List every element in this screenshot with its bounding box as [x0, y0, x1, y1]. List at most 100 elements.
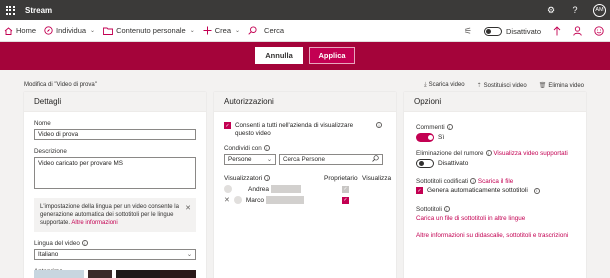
close-icon[interactable]: ✕ [185, 205, 191, 213]
comments-toggle[interactable]: Sì [416, 133, 574, 142]
thumbnail-1[interactable] [34, 270, 84, 278]
details-heading: Dettagli [24, 92, 206, 112]
chevron-down-icon: ⌄ [235, 28, 241, 34]
delete-video-button[interactable]: 🗑 Elimina video [539, 82, 584, 89]
info-icon[interactable]: i [446, 124, 453, 131]
supported-videos-link[interactable]: Visualizza video supportati [493, 150, 567, 157]
nav-home-label: Home [16, 26, 37, 35]
settings-icon[interactable]: ⚙ [545, 4, 557, 16]
page-title: Modifica di "Video di prova" [24, 82, 97, 88]
title-field[interactable]: Video di prova [34, 129, 196, 140]
app-title[interactable]: Stream [25, 6, 52, 15]
share-type-select[interactable]: Persone ⌄ [224, 154, 276, 165]
language-label: Lingua del video i [34, 240, 196, 247]
description-label: Descrizione [34, 148, 67, 155]
people-search-input[interactable]: Cerca Persone [279, 154, 383, 165]
info-icon[interactable]: i [470, 178, 477, 185]
person-icon[interactable] [573, 26, 582, 36]
cancel-button[interactable]: Annulla [255, 47, 303, 64]
title-label: Nome [34, 120, 51, 127]
details-panel: Dettagli Nome Video di prova Descrizione… [24, 92, 206, 278]
info-icon[interactable]: i [533, 187, 540, 194]
allow-company-label: Consenti a tutti nell'azienda di visuali… [235, 122, 354, 137]
info-icon[interactable]: i [485, 150, 492, 157]
user-avatar-icon [233, 196, 242, 204]
avatar[interactable]: AM [593, 3, 606, 17]
language-select[interactable]: Italiano ⌄ [34, 249, 196, 260]
nav-bar: Home Individua ⌄ Contenuto personale ⌄ C… [0, 20, 610, 42]
apply-button[interactable]: Applica [309, 47, 355, 64]
replace-video-button[interactable]: ⇡ Sostituisci video [477, 82, 527, 89]
info-icon[interactable]: i [443, 206, 450, 213]
filter-icon[interactable]: ⚟ [464, 26, 472, 37]
language-info-box: L'impostazione della lingua per un video… [34, 198, 196, 232]
owner-checkbox: ✓ [342, 185, 349, 193]
owner-checkbox[interactable]: ✓ [342, 196, 349, 204]
redacted-email [270, 185, 301, 193]
info-icon[interactable]: i [264, 175, 271, 182]
viewers-label: Visualizzatori i [224, 175, 271, 182]
home-icon [4, 26, 13, 35]
redacted-email [265, 196, 304, 204]
nav-home[interactable]: Home [0, 20, 40, 42]
search-box[interactable]: Cerca [244, 20, 288, 42]
chevron-down-icon: ⌄ [90, 28, 96, 34]
trash-icon: 🗑 [538, 83, 547, 89]
toggle-switch[interactable] [483, 26, 502, 36]
comments-toggle-state: Sì [438, 134, 445, 141]
video-actions: ⤓ Scarica video ⇡ Sostituisci video 🗑 Elimi… [424, 82, 584, 89]
thumbnail-3[interactable] [116, 270, 166, 278]
viewer-name: Andrea [248, 185, 269, 193]
app-launcher-icon[interactable] [0, 0, 20, 20]
remove-icon[interactable]: ✕ [224, 196, 230, 204]
smiley-icon[interactable] [594, 26, 604, 36]
more-info-link[interactable]: Altre informazioni [71, 220, 117, 226]
compass-icon [44, 26, 53, 35]
help-icon[interactable]: ? [569, 4, 581, 16]
autoplay-toggle[interactable]: Disattivato [483, 26, 541, 36]
nav-crea[interactable]: Crea ⌄ [199, 20, 244, 42]
download-icon: ⤓ [423, 82, 427, 88]
download-video-button[interactable]: ⤓ Scarica video [424, 82, 465, 89]
search-input[interactable]: Cerca [264, 26, 284, 35]
options-panel: Opzioni Commenti i Sì Eliminazione del ru… [404, 92, 586, 278]
viewer-row: Andrea ✓ [224, 184, 384, 194]
info-icon[interactable]: i [81, 240, 88, 247]
chevron-down-icon: ⌄ [186, 251, 192, 258]
autogen-captions-option[interactable]: ✓ Genera automaticamente sottotitoli i [416, 187, 574, 194]
thumbnail-4[interactable] [160, 270, 196, 278]
info-icon[interactable]: i [376, 122, 382, 128]
nav-contenuto[interactable]: Contenuto personale ⌄ [99, 20, 199, 42]
download-file-link[interactable]: Scarica il file [478, 178, 513, 185]
viewer-name: Marco [245, 196, 264, 204]
search-icon [248, 26, 257, 35]
comments-toggle-switch[interactable] [416, 133, 434, 142]
suite-bar: Stream ⚙ ? AM [0, 0, 610, 20]
noise-toggle[interactable]: Disattivato [416, 159, 574, 168]
options-heading: Opzioni [404, 92, 586, 112]
view-column-label: Visualizza [362, 175, 392, 182]
share-with-label: Condividi con i [224, 145, 386, 152]
permissions-panel: Autorizzazioni ✓ Consenti a tutti nell'a… [214, 92, 396, 278]
folder-icon [103, 27, 114, 35]
nav-individua[interactable]: Individua ⌄ [40, 20, 99, 42]
nav-contenuto-label: Contenuto personale [116, 26, 186, 35]
captions-label: Sottotitoli codificati i Scarica il file [416, 178, 514, 185]
learn-more-link[interactable]: Altre informazioni su didascalie, sottot… [416, 232, 574, 239]
noise-toggle-switch[interactable] [416, 159, 434, 168]
owner-column-label: Proprietario [324, 175, 358, 182]
allow-company-checkbox[interactable]: ✓ [224, 122, 231, 129]
permissions-heading: Autorizzazioni [214, 92, 396, 112]
thumbnail-2[interactable] [88, 270, 112, 278]
description-field[interactable]: Video caricato per provare MS [34, 157, 196, 189]
upload-subtitles-link[interactable]: Carica un file di sottotitoli in altre l… [416, 215, 574, 222]
upload-icon[interactable] [553, 26, 561, 36]
noise-label: Eliminazione del rumore i Visualizza vide… [416, 150, 568, 157]
info-icon[interactable]: i [263, 145, 270, 152]
allow-company-option[interactable]: ✓ Consenti a tutti nell'azienda di visua… [224, 122, 386, 137]
noise-toggle-state: Disattivato [438, 160, 469, 167]
comments-label: Commenti i [416, 124, 574, 131]
autogen-captions-checkbox[interactable]: ✓ [416, 187, 423, 194]
nav-individua-label: Individua [56, 26, 87, 35]
nav-crea-label: Crea [214, 26, 232, 35]
